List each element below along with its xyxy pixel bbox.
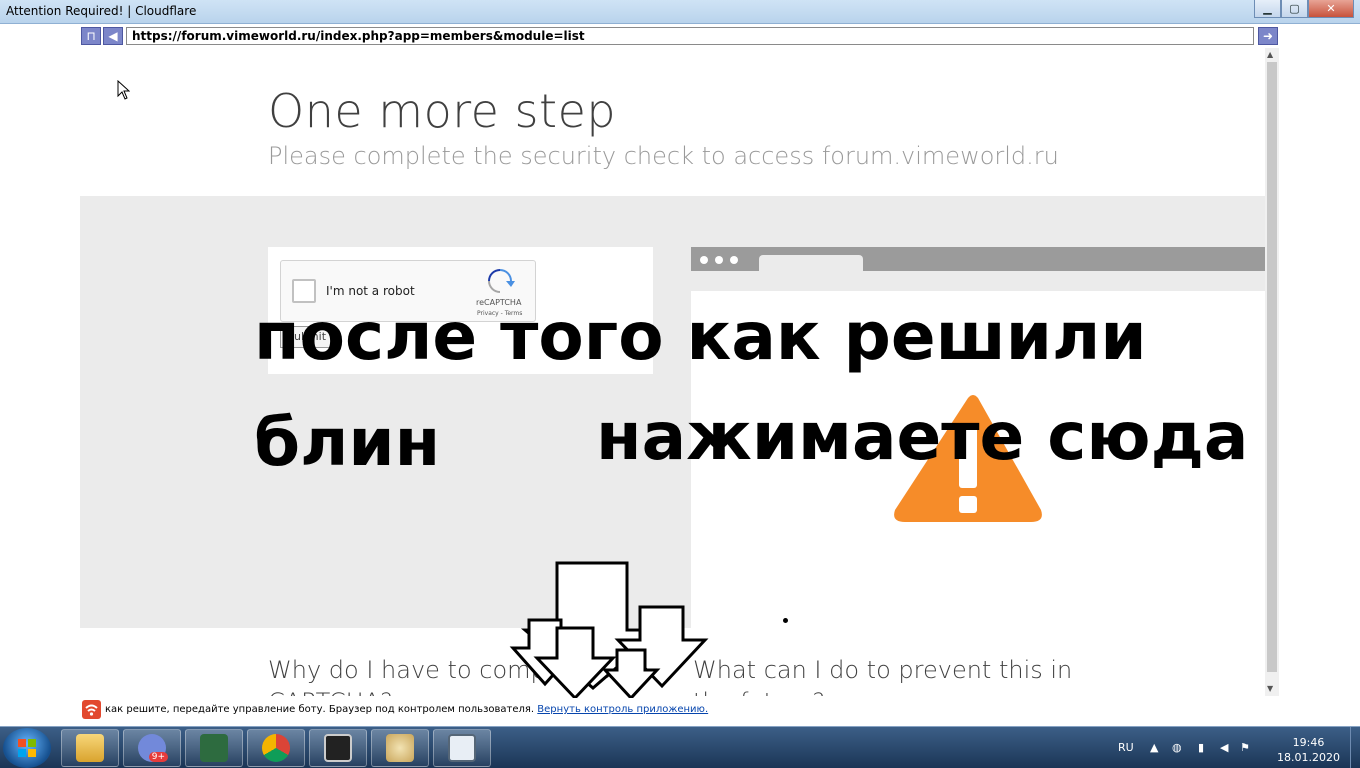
taskbar-task-manager[interactable] bbox=[185, 729, 243, 767]
annotation-text-1: после того как решили bbox=[254, 298, 1147, 375]
windows-taskbar: 9+ RU ▲ ◍ ▮ ◀ ⚑ 19:46 18.01.2020 bbox=[0, 726, 1360, 768]
annotation-text-2: блин bbox=[254, 404, 441, 481]
clock-time: 19:46 bbox=[1292, 736, 1325, 749]
maximize-button[interactable]: ▢ bbox=[1281, 0, 1308, 18]
taskbar-paint[interactable] bbox=[371, 729, 429, 767]
taskbar-window-app[interactable] bbox=[433, 729, 491, 767]
taskbar-explorer[interactable] bbox=[61, 729, 119, 767]
chrome-icon bbox=[262, 734, 290, 762]
status-message: как решите, передайте управление боту. Б… bbox=[105, 704, 708, 715]
scrollbar-thumb[interactable] bbox=[1267, 62, 1277, 672]
volume-icon[interactable]: ◀ bbox=[1220, 741, 1228, 754]
minimize-button[interactable]: ▁ bbox=[1254, 0, 1281, 18]
history-button[interactable]: ⊓ bbox=[81, 27, 101, 45]
window-controls: ▁ ▢ ✕ bbox=[1254, 0, 1354, 18]
return-control-link[interactable]: Вернуть контроль приложению. bbox=[537, 704, 708, 715]
start-button[interactable] bbox=[3, 728, 51, 768]
scroll-down-icon[interactable]: ▼ bbox=[1267, 684, 1273, 693]
faq-heading-why-cont: CAPTCHA? bbox=[268, 688, 393, 696]
system-clock[interactable]: 19:46 18.01.2020 bbox=[1277, 735, 1340, 765]
annotation-text-3: нажимаете сюда bbox=[596, 398, 1249, 475]
status-text: как решите, передайте управление боту. Б… bbox=[105, 704, 535, 715]
monitor-icon bbox=[200, 734, 228, 762]
browser-illustration-tab bbox=[759, 255, 863, 271]
language-indicator[interactable]: RU bbox=[1118, 741, 1134, 754]
browser-illustration-bar bbox=[691, 247, 1265, 271]
go-button[interactable]: ➜ bbox=[1258, 27, 1278, 45]
page-subtitle: Please complete the security check to ac… bbox=[268, 142, 1059, 170]
automation-status-bar: как решите, передайте управление боту. Б… bbox=[80, 698, 1278, 722]
recaptcha-label: I'm not a robot bbox=[326, 284, 415, 298]
close-button[interactable]: ✕ bbox=[1308, 0, 1354, 18]
window-dot-icon bbox=[715, 256, 723, 264]
network-icon[interactable]: ▮ bbox=[1198, 741, 1204, 754]
page-scrollbar[interactable]: ▲ ▼ bbox=[1265, 48, 1279, 696]
discord-badge: 9+ bbox=[148, 752, 168, 762]
system-tray: RU ▲ ◍ ▮ ◀ ⚑ 19:46 18.01.2020 bbox=[1110, 727, 1360, 768]
down-arrows-icon bbox=[509, 561, 709, 701]
window-app-icon bbox=[448, 734, 476, 762]
stray-dot bbox=[783, 618, 788, 623]
back-button[interactable]: ◀ bbox=[103, 27, 123, 45]
bot-app-icon bbox=[324, 734, 352, 762]
clock-date: 18.01.2020 bbox=[1277, 751, 1340, 764]
address-toolbar: ⊓ ◀ https://forum.vimeworld.ru/index.php… bbox=[0, 24, 1360, 48]
faq-heading-prevent: What can I do to prevent this in bbox=[693, 656, 1073, 684]
page-title: One more step bbox=[268, 84, 617, 138]
show-desktop-button[interactable] bbox=[1350, 727, 1360, 768]
taskbar-discord[interactable]: 9+ bbox=[123, 729, 181, 767]
recaptcha-logo-icon bbox=[488, 269, 515, 293]
windows-logo-icon bbox=[18, 739, 36, 757]
window-dot-icon bbox=[700, 256, 708, 264]
window-dot-icon bbox=[730, 256, 738, 264]
taskbar-bot-app[interactable] bbox=[309, 729, 367, 767]
wifi-warning-icon bbox=[82, 700, 101, 719]
scroll-up-icon[interactable]: ▲ bbox=[1267, 50, 1273, 59]
window-title: Attention Required! | Cloudflare bbox=[6, 4, 197, 18]
taskbar-chrome[interactable] bbox=[247, 729, 305, 767]
show-hidden-icons-icon[interactable]: ▲ bbox=[1150, 741, 1158, 754]
mouse-tray-icon[interactable]: ◍ bbox=[1172, 741, 1182, 754]
mouse-cursor-icon bbox=[117, 80, 130, 100]
window-titlebar: Attention Required! | Cloudflare ▁ ▢ ✕ bbox=[0, 0, 1360, 24]
folder-icon bbox=[76, 734, 104, 762]
browser-illustration-strip bbox=[691, 271, 1265, 291]
action-center-icon[interactable]: ⚑ bbox=[1240, 741, 1250, 754]
palette-icon bbox=[386, 734, 414, 762]
url-input[interactable]: https://forum.vimeworld.ru/index.php?app… bbox=[126, 27, 1254, 45]
